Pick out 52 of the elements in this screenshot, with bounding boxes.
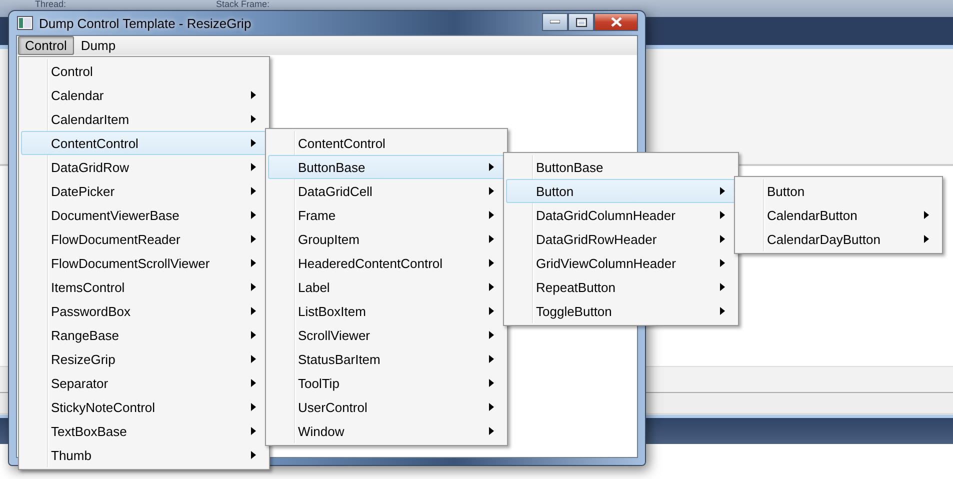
menu-item[interactable]: GridViewColumnHeader <box>506 251 736 275</box>
menu-item[interactable]: Control <box>21 59 267 83</box>
window-icon <box>17 16 33 30</box>
window-title: Dump Control Template - ResizeGrip <box>39 16 252 30</box>
maximize-icon <box>576 18 586 26</box>
menu-item[interactable]: HeaderedContentControl <box>268 251 505 275</box>
menu-item[interactable]: Window <box>268 419 505 443</box>
menu-item[interactable]: DocumentViewerBase <box>21 203 267 227</box>
menu-item[interactable]: FlowDocumentReader <box>21 227 267 251</box>
menu-bar-item[interactable]: Control <box>18 36 74 55</box>
menu-item[interactable]: DataGridRow <box>21 155 267 179</box>
menu-item[interactable]: CalendarItem <box>21 107 267 131</box>
menu-item[interactable]: DataGridRowHeader <box>506 227 736 251</box>
menu-item[interactable]: DataGridCell <box>268 179 505 203</box>
close-button[interactable] <box>594 13 638 31</box>
menu-item[interactable]: GroupItem <box>268 227 505 251</box>
menu-item[interactable]: Calendar <box>21 83 267 107</box>
menu-item[interactable]: PasswordBox <box>21 299 267 323</box>
menu-item[interactable]: UserControl <box>268 395 505 419</box>
menu-item[interactable]: Button <box>737 179 940 203</box>
menu-item[interactable]: ToolTip <box>268 371 505 395</box>
menu-item[interactable]: CalendarDayButton <box>737 227 940 251</box>
toolbar-label: Thread: <box>35 0 66 9</box>
menu-item[interactable]: RangeBase <box>21 323 267 347</box>
menu-item[interactable]: Label <box>268 275 505 299</box>
menu-item[interactable]: ListBoxItem <box>268 299 505 323</box>
menu-item[interactable]: DatePicker <box>21 179 267 203</box>
maximize-button[interactable] <box>568 13 594 31</box>
menu-item[interactable]: StickyNoteControl <box>21 395 267 419</box>
menu-item[interactable]: ToggleButton <box>506 299 736 323</box>
menu-item[interactable]: ButtonBase <box>506 155 736 179</box>
menu-item[interactable]: FlowDocumentScrollViewer <box>21 251 267 275</box>
menu-item[interactable]: Separator <box>21 371 267 395</box>
menu-item[interactable]: ItemsControl <box>21 275 267 299</box>
menu-item[interactable]: CalendarButton <box>737 203 940 227</box>
menu-bar-item[interactable]: Dump <box>74 36 123 55</box>
menu-item[interactable]: TextBoxBase <box>21 419 267 443</box>
menu-item[interactable]: StatusBarItem <box>268 347 505 371</box>
minimize-icon <box>550 20 560 24</box>
menu-item[interactable]: Button <box>506 179 736 203</box>
menu-item[interactable]: ContentControl <box>21 131 267 155</box>
toolbar-label: Stack Frame: <box>216 0 270 9</box>
minimize-button[interactable] <box>542 13 568 31</box>
menu-item[interactable]: DataGridColumnHeader <box>506 203 736 227</box>
menu-item[interactable]: Thumb <box>21 443 267 467</box>
menu-item[interactable]: RepeatButton <box>506 275 736 299</box>
close-icon <box>610 17 622 27</box>
menu-item[interactable]: ScrollViewer <box>268 323 505 347</box>
menu-item[interactable]: ButtonBase <box>268 155 505 179</box>
menu-item[interactable]: Frame <box>268 203 505 227</box>
menu-item[interactable]: ContentControl <box>268 131 505 155</box>
menu-item[interactable]: ResizeGrip <box>21 347 267 371</box>
